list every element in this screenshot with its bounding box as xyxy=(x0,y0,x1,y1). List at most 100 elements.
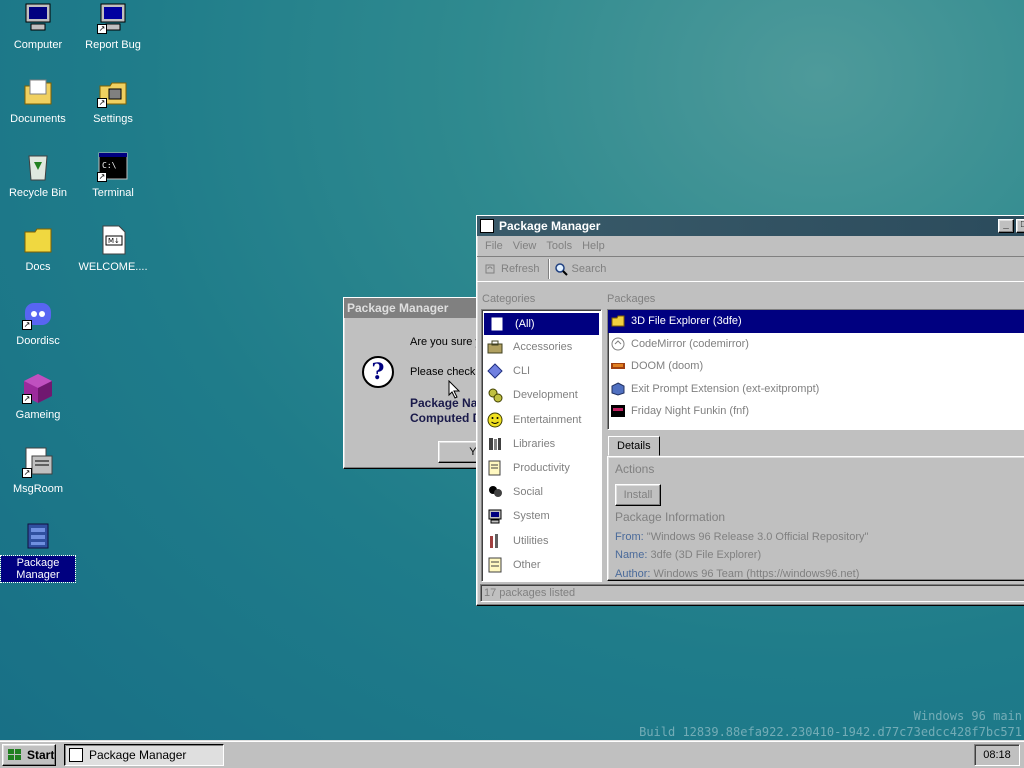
dialog-titlebar[interactable]: Package Manager xyxy=(344,298,492,318)
smiley-icon xyxy=(487,412,503,428)
desktop-icon-package-manager[interactable]: Package Manager xyxy=(0,520,76,583)
desktop-icon-label: WELCOME.... xyxy=(78,261,148,273)
package-item-codemirror[interactable]: CodeMirror (codemirror) xyxy=(608,333,1024,356)
category-system[interactable]: System xyxy=(482,504,601,528)
category-label: Utilities xyxy=(513,534,549,547)
category-accessories[interactable]: Accessories xyxy=(482,335,601,359)
markdown-file-icon: M↓ xyxy=(97,224,129,256)
menu-file[interactable]: File xyxy=(485,240,503,252)
category-productivity[interactable]: Productivity xyxy=(482,456,601,480)
category-label: Other xyxy=(513,558,541,571)
pm-title: Package Manager xyxy=(499,219,601,233)
category-all[interactable]: (All) xyxy=(484,313,599,335)
category-label: Social xyxy=(513,486,543,499)
desktop-icon-doordisc[interactable]: ↗ Doordisc xyxy=(1,298,75,348)
package-label: DOOM (doom) xyxy=(631,360,704,373)
refresh-label: Refresh xyxy=(501,263,540,275)
minimize-button[interactable]: _ xyxy=(998,219,1014,233)
menu-view[interactable]: View xyxy=(513,240,537,252)
confirm-dialog: Package Manager ? Are you sure yo Please… xyxy=(343,297,513,469)
desktop-icon-terminal[interactable]: C:\ ↗ Terminal xyxy=(76,150,150,200)
category-other[interactable]: Other xyxy=(482,553,601,577)
status-bar: 17 packages listed xyxy=(480,584,1024,602)
install-button[interactable]: Install xyxy=(615,484,661,506)
category-cli[interactable]: CLI xyxy=(482,359,601,383)
terminal-icon: C:\ ↗ xyxy=(97,150,129,182)
category-entertainment[interactable]: Entertainment xyxy=(482,408,601,432)
dialog-package-name: Package Na xyxy=(410,396,478,410)
category-label: Productivity xyxy=(513,462,570,475)
doom-icon xyxy=(611,363,625,370)
package-item-3dfe[interactable]: 3D File Explorer (3dfe) xyxy=(608,310,1024,333)
details-panel: Actions Install Package Information From… xyxy=(607,456,1024,581)
fnf-icon xyxy=(611,405,625,418)
svg-text:C:\: C:\ xyxy=(102,161,117,170)
clock: 08:18 xyxy=(974,744,1020,766)
info-author-key: Author: xyxy=(615,568,651,580)
question-icon: ? xyxy=(362,356,394,388)
package-item-fnf[interactable]: Friday Night Funkin (fnf) xyxy=(608,400,1024,423)
recycle-bin-icon xyxy=(22,150,54,182)
search-button[interactable]: Search xyxy=(554,262,606,276)
taskbar: Start Package Manager 08:18 xyxy=(0,740,1024,768)
folder-icon xyxy=(611,315,625,327)
category-social[interactable]: Social xyxy=(482,480,601,504)
info-from: From: "Windows 96 Release 3.0 Official R… xyxy=(615,531,868,543)
taskbar-button-label: Package Manager xyxy=(89,748,187,762)
desktop-icon-docs[interactable]: Docs xyxy=(1,224,75,274)
info-name-key: Name: xyxy=(615,549,648,561)
package-item-ext-exitprompt[interactable]: Exit Prompt Extension (ext-exitprompt) xyxy=(608,378,1024,401)
refresh-button[interactable]: Refresh xyxy=(483,262,540,276)
desktop-icon-welcome[interactable]: M↓ WELCOME.... xyxy=(76,224,150,274)
menu-help[interactable]: Help xyxy=(582,240,605,252)
package-manager-window: Package Manager _ □ File View Tools Help… xyxy=(476,215,1024,606)
watermark-line2: Build 12839.88efa922.230410-1942.d77c73e… xyxy=(639,725,1022,739)
desktop-icon-documents[interactable]: Documents xyxy=(1,76,75,126)
info-author-value: Windows 96 Team (https://windows96.net) xyxy=(653,568,860,580)
start-label: Start xyxy=(27,748,55,762)
desktop: Computer ↗ Report Bug Documents ↗ Settin… xyxy=(0,0,1024,740)
shortcut-arrow-icon: ↗ xyxy=(22,468,32,478)
accessories-icon xyxy=(487,340,503,354)
doordisc-icon: ↗ xyxy=(22,298,54,330)
maximize-button[interactable]: □ xyxy=(1016,219,1024,233)
categories-header: Categories xyxy=(482,293,536,305)
start-button[interactable]: Start xyxy=(2,744,56,766)
tab-details[interactable]: Details xyxy=(608,436,660,456)
svg-text:M↓: M↓ xyxy=(108,237,120,245)
desktop-icon-label: Package Manager xyxy=(0,555,76,583)
desktop-icon-settings[interactable]: ↗ Settings xyxy=(76,76,150,126)
productivity-icon xyxy=(488,460,501,476)
desktop-icon-msgroom[interactable]: ↗ MsgRoom xyxy=(1,446,75,496)
desktop-icon-gameing[interactable]: ↗ Gameing xyxy=(1,372,75,422)
gameing-cube-icon: ↗ xyxy=(22,372,54,404)
menu-bar: File View Tools Help xyxy=(477,236,1024,256)
msgroom-icon: ↗ xyxy=(22,446,54,478)
system-icon xyxy=(488,509,502,524)
desktop-icon-label: Doordisc xyxy=(16,335,60,347)
all-icon xyxy=(491,317,503,331)
category-label: Entertainment xyxy=(513,413,582,426)
menu-tools[interactable]: Tools xyxy=(546,240,572,252)
utilities-icon xyxy=(490,533,498,548)
computer-icon xyxy=(22,2,54,34)
package-item-doom[interactable]: DOOM (doom) xyxy=(608,355,1024,378)
category-libraries[interactable]: Libraries xyxy=(482,432,601,456)
toolbar: Refresh Search xyxy=(477,256,1024,282)
package-label: Friday Night Funkin (fnf) xyxy=(631,405,749,418)
packages-header: Packages xyxy=(607,293,656,305)
category-label: (All) xyxy=(515,318,535,330)
category-development[interactable]: Development xyxy=(482,383,601,407)
desktop-icon-computer[interactable]: Computer xyxy=(1,2,75,52)
category-utilities[interactable]: Utilities xyxy=(482,529,601,553)
pm-titlebar[interactable]: Package Manager _ □ xyxy=(477,216,1024,236)
desktop-icon-recycle-bin[interactable]: Recycle Bin xyxy=(1,150,75,200)
taskbar-button-package-manager[interactable]: Package Manager xyxy=(64,744,224,766)
social-icon xyxy=(489,486,502,498)
category-label: System xyxy=(513,510,550,523)
watermark-line1: Windows 96 main xyxy=(913,709,1022,723)
dialog-title: Package Manager xyxy=(347,301,449,315)
other-icon xyxy=(488,557,502,573)
desktop-icon-label: Settings xyxy=(93,113,133,125)
desktop-icon-report-bug[interactable]: ↗ Report Bug xyxy=(76,2,150,52)
